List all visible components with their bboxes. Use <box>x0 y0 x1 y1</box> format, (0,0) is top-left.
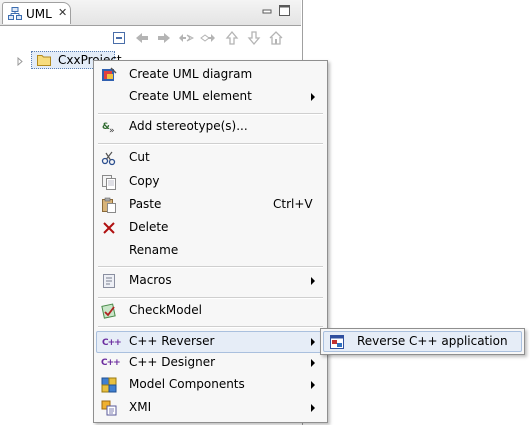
menu-item-label: Reverse C++ application <box>357 334 508 348</box>
menu-item-add-stereotype[interactable]: & » Add stereotype(s)... <box>96 116 325 138</box>
menu-item-copy[interactable]: Copy <box>96 171 325 193</box>
menu-item-checkmodel[interactable]: CheckModel <box>96 300 325 322</box>
cpp-icon: C++ <box>101 358 121 368</box>
view-tab-strip: UML ✕ <box>0 0 301 26</box>
cpp-icon: C++ <box>102 338 122 348</box>
menu-item-label: CheckModel <box>129 303 202 317</box>
tree-expand-icon[interactable] <box>17 57 24 66</box>
menu-item-shortcut: Ctrl+V <box>273 197 313 211</box>
menu-item-cpp-designer[interactable]: C++ C++ Designer <box>96 352 325 374</box>
tab-title: UML <box>26 7 52 21</box>
maximize-icon[interactable] <box>279 5 290 16</box>
menu-item-label: C++ Reverser <box>129 334 215 348</box>
link-left-icon[interactable] <box>178 30 194 46</box>
menu-item-label: Delete <box>129 220 169 234</box>
menu-separator <box>98 266 323 268</box>
menu-item-label: Cut <box>129 150 150 164</box>
minimize-icon[interactable] <box>262 6 272 16</box>
copy-icon <box>102 175 116 190</box>
menu-separator <box>98 297 323 299</box>
menu-item-cpp-reverser[interactable]: C++ C++ Reverser <box>96 331 325 353</box>
submenu-cpp-reverser: Reverse C++ application <box>320 328 525 355</box>
menu-separator <box>98 326 323 328</box>
submenu-arrow-icon <box>311 404 315 412</box>
menu-item-label: Add stereotype(s)... <box>129 119 248 133</box>
model-components-icon <box>101 377 117 393</box>
menu-item-label: C++ Designer <box>129 355 216 369</box>
menu-item-reverse-cpp-application[interactable]: Reverse C++ application <box>323 331 522 352</box>
submenu-arrow-icon <box>311 359 315 367</box>
menu-item-paste[interactable]: Paste Ctrl+V <box>96 194 325 216</box>
menu-item-delete[interactable]: Delete <box>96 217 325 239</box>
view-toolbar <box>110 30 296 48</box>
menu-item-label: Create UML diagram <box>129 67 253 81</box>
menu-item-xmi[interactable]: XMI <box>96 397 325 419</box>
menu-separator <box>98 113 323 115</box>
link-right-icon[interactable] <box>200 30 216 46</box>
scissors-icon <box>101 151 116 166</box>
menu-item-label: Copy <box>129 174 160 188</box>
down-arrow-icon[interactable] <box>246 30 262 46</box>
menu-item-macros[interactable]: Macros <box>96 270 325 292</box>
menu-item-label: Macros <box>129 273 172 287</box>
paste-icon <box>102 197 116 213</box>
up-arrow-icon[interactable] <box>224 30 240 46</box>
checkmodel-icon <box>101 303 116 319</box>
home-icon[interactable] <box>268 30 284 46</box>
menu-item-rename[interactable]: Rename <box>96 240 325 262</box>
folder-icon <box>37 55 51 66</box>
macros-icon <box>103 274 115 288</box>
menu-item-create-uml-element[interactable]: Create UML element <box>96 86 325 108</box>
uml-view-icon <box>8 7 22 20</box>
reverse-app-icon <box>330 335 344 349</box>
svg-text:»: » <box>109 126 115 135</box>
tab-uml[interactable]: UML ✕ <box>2 2 71 24</box>
menu-item-label: XMI <box>129 400 152 414</box>
close-icon[interactable]: ✕ <box>58 6 67 19</box>
menu-item-label: Create UML element <box>129 89 252 103</box>
forward-arrow-icon[interactable] <box>156 30 172 46</box>
editor-area <box>302 0 530 425</box>
collapse-all-icon[interactable] <box>111 30 127 46</box>
xmi-icon <box>101 400 117 416</box>
submenu-arrow-icon <box>311 338 315 346</box>
submenu-arrow-icon <box>311 381 315 389</box>
menu-item-create-uml-diagram[interactable]: Create UML diagram <box>96 64 325 86</box>
menu-item-cut[interactable]: Cut <box>96 147 325 169</box>
menu-item-model-components[interactable]: Model Components <box>96 374 325 396</box>
submenu-arrow-icon <box>311 93 315 101</box>
menu-item-label: Rename <box>129 243 179 257</box>
uml-diagram-icon <box>102 67 117 81</box>
menu-item-label: Model Components <box>129 377 245 391</box>
menu-separator <box>98 143 323 145</box>
back-arrow-icon[interactable] <box>134 30 150 46</box>
delete-x-icon <box>103 222 115 234</box>
menu-item-label: Paste <box>129 197 162 211</box>
submenu-arrow-icon <box>311 277 315 285</box>
stereotype-icon: & » <box>102 122 115 135</box>
context-menu: Create UML diagram Create UML element & … <box>93 60 328 423</box>
